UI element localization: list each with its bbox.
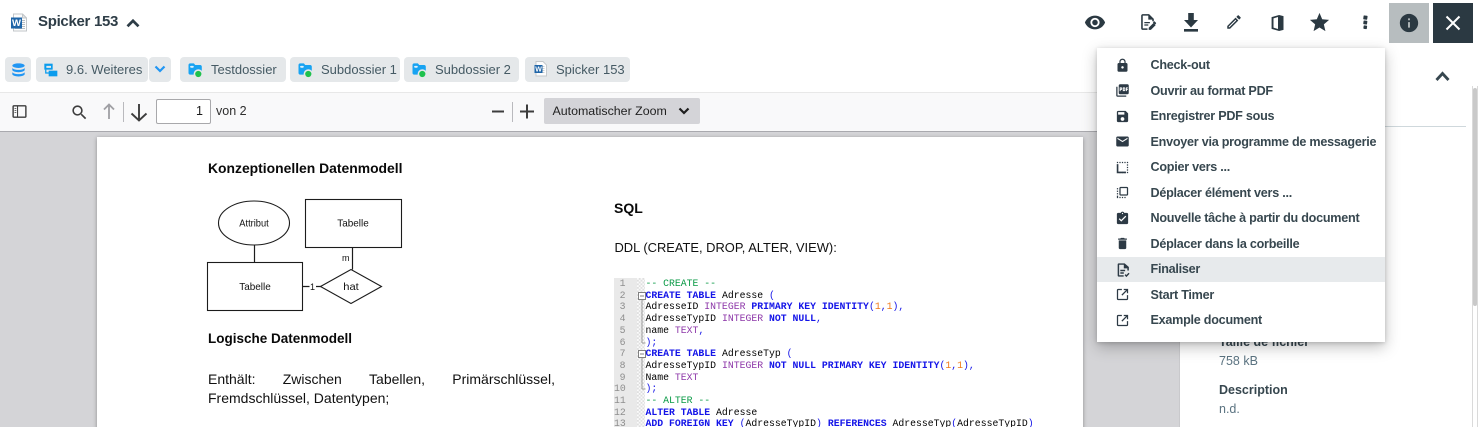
svg-text:Tabelle: Tabelle: [337, 219, 369, 230]
svg-text:W: W: [12, 18, 21, 29]
svg-text:Tabelle: Tabelle: [239, 282, 271, 293]
svg-text:1: 1: [310, 282, 315, 292]
svg-text:Attribut: Attribut: [239, 219, 268, 230]
svg-text:m: m: [342, 253, 350, 263]
svg-text:W: W: [535, 66, 542, 73]
svg-text:hat: hat: [343, 282, 359, 293]
